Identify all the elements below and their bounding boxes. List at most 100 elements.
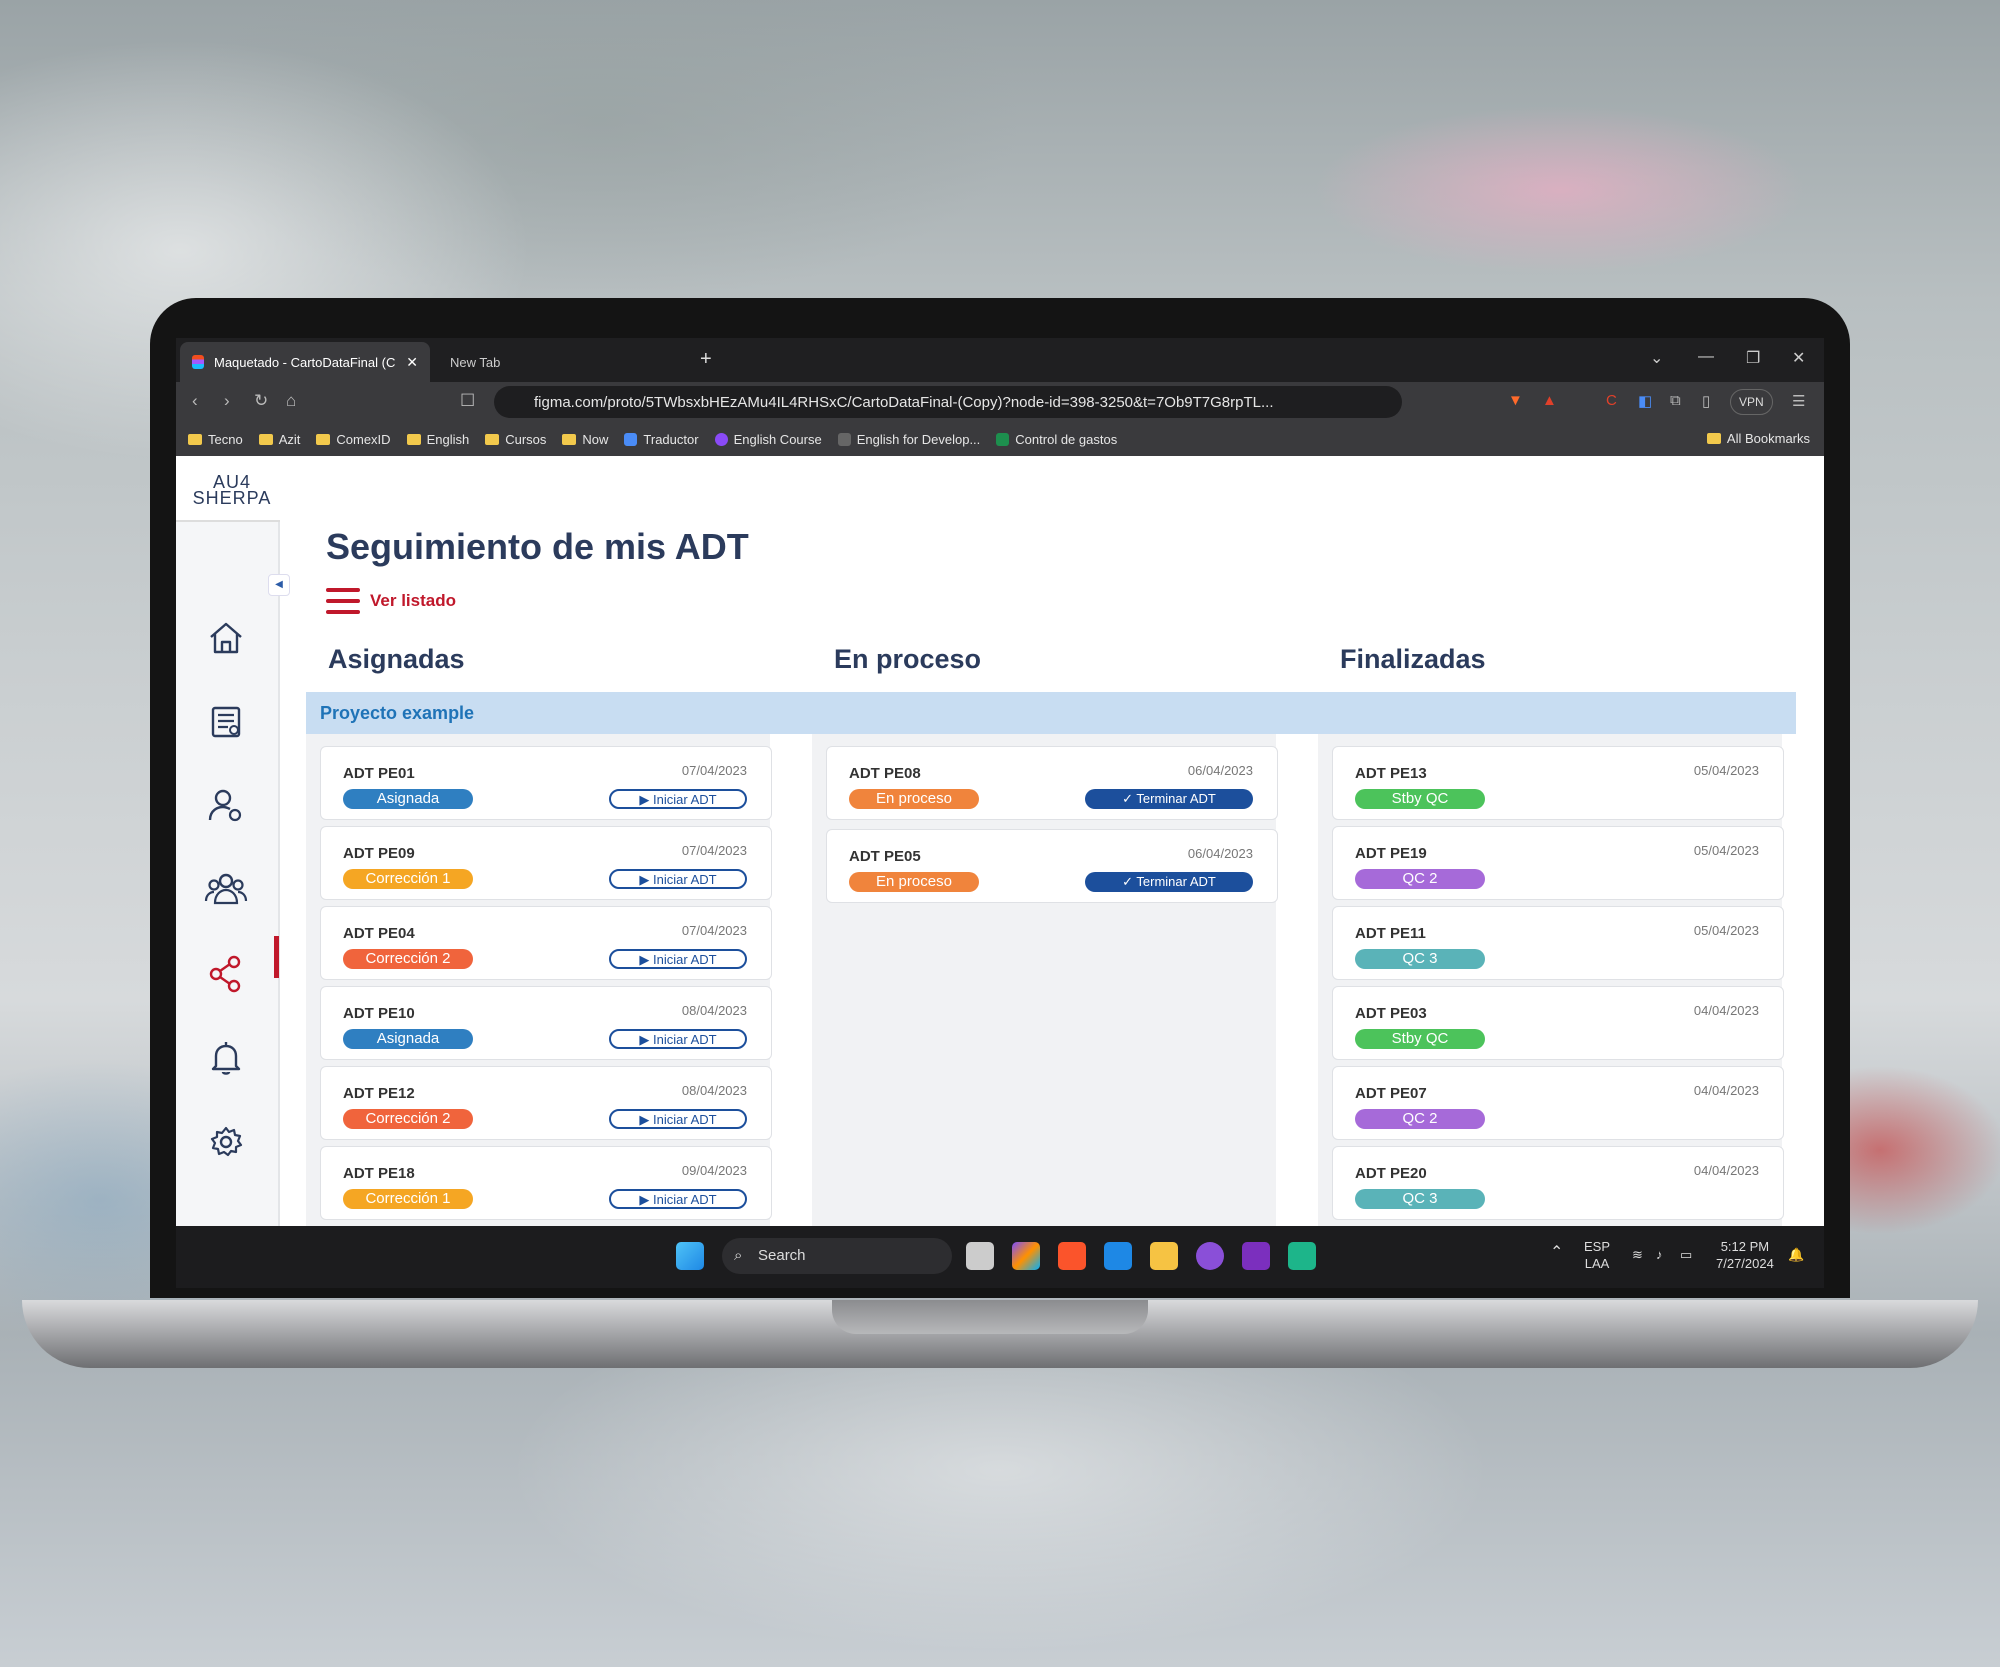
- adt-name: ADT PE03: [1355, 1005, 1427, 1022]
- restore-icon[interactable]: ❐: [1746, 348, 1760, 368]
- brave-shield-icon[interactable]: ▼: [1508, 392, 1523, 409]
- github-icon[interactable]: [1196, 1242, 1224, 1270]
- bookmark-label: English: [426, 431, 470, 447]
- home-icon[interactable]: ⌂: [286, 391, 296, 411]
- brave-icon[interactable]: [1058, 1242, 1086, 1270]
- share-icon[interactable]: [204, 952, 248, 996]
- volume-icon[interactable]: ♪: [1656, 1246, 1663, 1263]
- taskbar-search[interactable]: ⌕ Search: [722, 1238, 952, 1274]
- lang-line2: LAA: [1584, 1256, 1610, 1271]
- adt-card[interactable]: ADT PE08 06/04/2023 En proceso ✓ Terminar A…: [826, 746, 1278, 820]
- terminar-adt-button[interactable]: ✓ Terminar ADT: [1085, 872, 1253, 892]
- menu-icon[interactable]: ☰: [1792, 392, 1805, 410]
- adt-card[interactable]: ADT PE09 07/04/2023 Corrección 1 ▶ Iniciar …: [320, 826, 772, 900]
- adt-card[interactable]: ADT PE11 05/04/2023 QC 3: [1332, 906, 1784, 980]
- datagrip-icon[interactable]: [1288, 1242, 1316, 1270]
- reload-icon[interactable]: ↻: [254, 391, 268, 411]
- ver-listado-button[interactable]: Ver listado: [326, 588, 456, 614]
- iniciar-adt-button[interactable]: ▶ Iniciar ADT: [609, 1109, 747, 1129]
- adt-name: ADT PE01: [343, 765, 415, 782]
- status-badge: Stby QC: [1355, 789, 1485, 809]
- adt-card[interactable]: ADT PE07 04/04/2023 QC 2: [1332, 1066, 1784, 1140]
- address-bar[interactable]: figma.com/proto/5TWbsxbHEzAMu4IL4RHSxC/C…: [494, 386, 1402, 418]
- chevron-down-icon[interactable]: ⌄: [1650, 348, 1663, 368]
- bookmark-label: Azit: [278, 431, 301, 447]
- status-badge: Corrección 1: [343, 1189, 473, 1209]
- brave-rewards-icon[interactable]: ▲: [1542, 392, 1557, 409]
- folder-icon: [188, 433, 202, 445]
- play-icon: ▶: [639, 952, 654, 967]
- minimize-icon[interactable]: —: [1698, 348, 1714, 366]
- adt-card[interactable]: ADT PE01 07/04/2023 Asignada ▶ Iniciar ADT: [320, 746, 772, 820]
- bookmark-azit[interactable]: Azit: [258, 431, 301, 447]
- iniciar-adt-button[interactable]: ▶ Iniciar ADT: [609, 949, 747, 969]
- all-bookmarks[interactable]: All Bookmarks: [1706, 431, 1810, 446]
- adt-card[interactable]: ADT PE05 06/04/2023 En proceso ✓ Terminar A…: [826, 829, 1278, 903]
- bookmark-english-develop[interactable]: English for Develop...: [837, 432, 980, 447]
- iniciar-adt-button[interactable]: ▶ Iniciar ADT: [609, 869, 747, 889]
- puzzle-icon[interactable]: ⧉: [1670, 392, 1681, 409]
- adt-card[interactable]: ADT PE04 07/04/2023 Corrección 2 ▶ Iniciar …: [320, 906, 772, 980]
- document-icon[interactable]: [204, 700, 248, 744]
- home-icon[interactable]: [204, 616, 248, 660]
- folder-icon: [562, 433, 577, 445]
- play-icon: ▶: [639, 872, 654, 887]
- bookmark-now[interactable]: Now: [562, 432, 608, 447]
- gear-icon[interactable]: [204, 1120, 248, 1164]
- terminar-adt-button[interactable]: ✓ Terminar ADT: [1085, 789, 1253, 809]
- adt-card[interactable]: ADT PE12 08/04/2023 Corrección 2 ▶ Iniciar …: [320, 1066, 772, 1140]
- battery-icon[interactable]: ▭: [1680, 1246, 1692, 1263]
- file-explorer-icon[interactable]: [1150, 1242, 1178, 1270]
- bell-icon[interactable]: [204, 1036, 248, 1080]
- windows-start-icon[interactable]: [676, 1242, 704, 1270]
- check-icon: ✓: [1122, 874, 1137, 889]
- iniciar-adt-button[interactable]: ▶ Iniciar ADT: [609, 1029, 747, 1049]
- column-header-finalizadas: Finalizadas: [1340, 644, 1486, 674]
- adt-card[interactable]: ADT PE13 05/04/2023 Stby QC: [1332, 746, 1784, 820]
- iniciar-adt-button[interactable]: ▶ Iniciar ADT: [609, 789, 747, 809]
- bookmark-cursos[interactable]: Cursos: [485, 432, 546, 447]
- forward-icon[interactable]: ›: [224, 391, 230, 411]
- status-badge: QC 3: [1355, 949, 1485, 969]
- tab-new[interactable]: New Tab: [438, 342, 688, 382]
- adt-card[interactable]: ADT PE10 08/04/2023 Asignada ▶ Iniciar ADT: [320, 986, 772, 1060]
- status-badge: QC 2: [1355, 1109, 1485, 1129]
- team-icon[interactable]: [204, 868, 248, 912]
- vpn-button[interactable]: VPN: [1730, 389, 1773, 415]
- translate-icon[interactable]: ◧: [1638, 392, 1652, 410]
- time: 5:12 PM: [1720, 1239, 1770, 1254]
- wifi-icon[interactable]: ≋: [1632, 1246, 1643, 1263]
- tab-maquetado[interactable]: Maquetado - CartoDataFinal (C ✕: [180, 342, 430, 382]
- notifications-icon[interactable]: 🔔: [1788, 1246, 1804, 1263]
- close-window-icon[interactable]: ✕: [1792, 348, 1805, 368]
- copilot-icon[interactable]: [1012, 1242, 1040, 1270]
- bookmark-english-course[interactable]: English Course: [714, 432, 822, 447]
- close-icon[interactable]: ✕: [406, 354, 418, 371]
- adt-card[interactable]: ADT PE20 04/04/2023 QC 3: [1332, 1146, 1784, 1220]
- bookmark-english[interactable]: English: [406, 431, 470, 447]
- adt-card[interactable]: ADT PE18 09/04/2023 Corrección 1 ▶ Iniciar …: [320, 1146, 772, 1220]
- user-settings-icon[interactable]: [204, 784, 248, 828]
- clock[interactable]: 5:12 PM 7/27/2024: [1716, 1238, 1774, 1272]
- language-indicator[interactable]: ESP LAA: [1584, 1238, 1610, 1272]
- adt-name: ADT PE10: [343, 1005, 415, 1022]
- back-icon[interactable]: ‹: [192, 391, 198, 411]
- bookmark-icon[interactable]: ☐: [460, 391, 475, 411]
- iniciar-adt-button[interactable]: ▶ Iniciar ADT: [609, 1189, 747, 1209]
- folder-icon: [406, 433, 421, 445]
- bookmark-control-gastos[interactable]: Control de gastos: [996, 432, 1117, 447]
- adt-card[interactable]: ADT PE03 04/04/2023 Stby QC: [1332, 986, 1784, 1060]
- chevron-up-icon[interactable]: ⌃: [1550, 1244, 1563, 1261]
- adt-card[interactable]: ADT PE19 05/04/2023 QC 2: [1332, 826, 1784, 900]
- bookmark-comexid[interactable]: ComexID: [316, 432, 391, 447]
- sidebar-icon[interactable]: ▯: [1702, 392, 1710, 410]
- vscode-icon[interactable]: [1104, 1242, 1132, 1270]
- collapse-sidebar-icon[interactable]: ◀: [268, 574, 290, 596]
- bookmark-traductor[interactable]: Traductor: [624, 432, 699, 447]
- new-tab-icon[interactable]: +: [700, 348, 712, 371]
- adt-date: 07/04/2023: [681, 763, 747, 778]
- extension-icon[interactable]: C: [1606, 392, 1617, 409]
- bookmark-tecno[interactable]: Tecno: [188, 432, 243, 447]
- task-view-icon[interactable]: [966, 1242, 994, 1270]
- onenote-icon[interactable]: [1242, 1242, 1270, 1270]
